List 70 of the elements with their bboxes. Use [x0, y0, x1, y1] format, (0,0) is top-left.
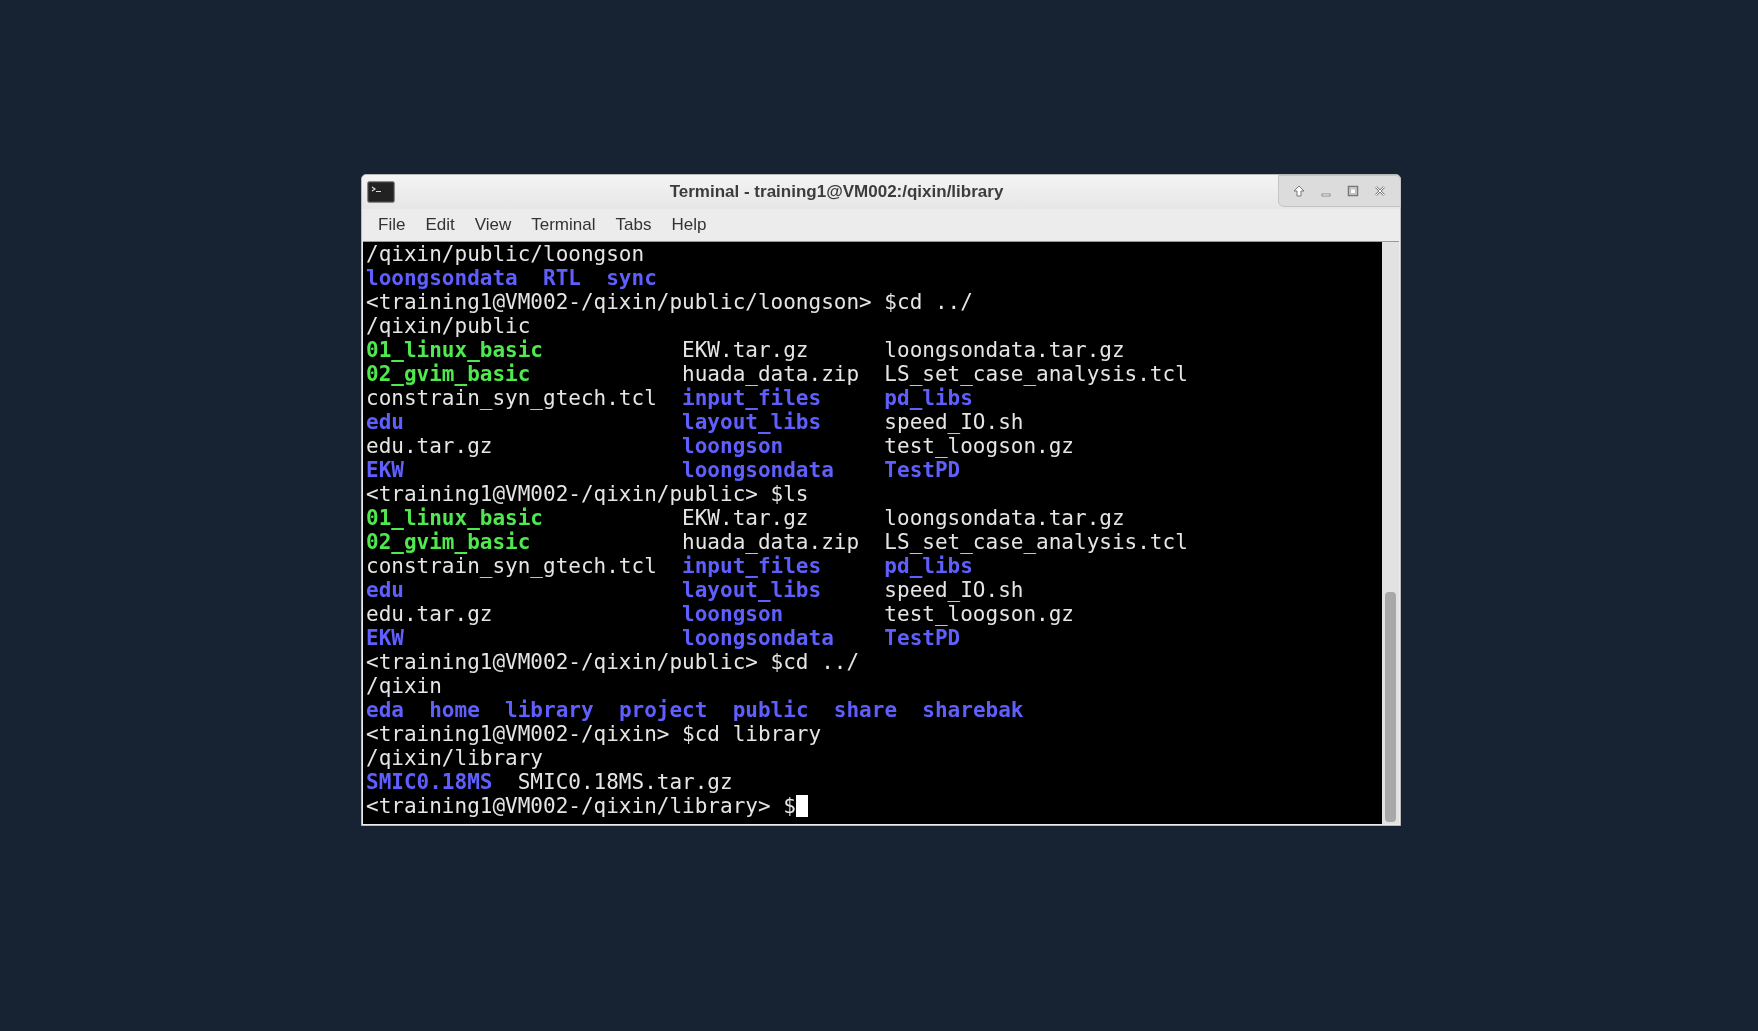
directory-name: home: [429, 698, 480, 722]
prompt-line: <training1@VM002-/qixin/public/loongson> $cd ../: [366, 290, 973, 314]
directory-name: SMIC0.18MS: [366, 770, 493, 794]
directory-name: TestPD: [884, 458, 961, 482]
prompt-line: <training1@VM002-/qixin/library> $: [366, 794, 796, 818]
output-line: /qixin/public/loongson: [366, 242, 645, 266]
directory-name: TestPD: [884, 626, 961, 650]
menu-item[interactable]: View: [464, 212, 522, 238]
output-line: /qixin/public: [366, 314, 531, 338]
file-name: EKW.tar.gz: [682, 506, 809, 530]
file-name: test_loogson.gz: [884, 434, 1074, 458]
directory-name: loongson: [682, 434, 784, 458]
close-icon[interactable]: [1373, 184, 1388, 198]
directory-name: loongson: [682, 602, 784, 626]
directory-name: public: [732, 698, 809, 722]
directory-name: project: [618, 698, 708, 722]
file-name: huada_data.zip: [682, 530, 860, 554]
file-name: edu.tar.gz: [366, 434, 493, 458]
file-name: 02_gvim_basic: [366, 362, 531, 386]
file-name: huada_data.zip: [682, 362, 860, 386]
menu-item[interactable]: File: [368, 212, 416, 238]
file-name: edu.tar.gz: [366, 602, 493, 626]
directory-name: sync: [606, 266, 657, 290]
prompt-line: <training1@VM002-/qixin/public> $cd ../: [366, 650, 860, 674]
directory-name: input_files: [682, 554, 822, 578]
file-name: test_loogson.gz: [884, 602, 1074, 626]
directory-name: share: [833, 698, 898, 722]
prompt-line: <training1@VM002-/qixin> $cd library: [366, 722, 822, 746]
maximize-icon[interactable]: [1346, 184, 1361, 198]
file-name: loongsondata.tar.gz: [884, 506, 1125, 530]
window-title: Terminal - training1@VM002:/qixin/library: [669, 181, 1004, 204]
file-name: speed_IO.sh: [884, 410, 1024, 434]
directory-name: loongsondata: [366, 266, 518, 290]
output-line: /qixin: [366, 674, 442, 698]
directory-name: EKW: [366, 626, 404, 650]
file-name: 01_linux_basic: [366, 506, 543, 530]
file-name: 02_gvim_basic: [366, 530, 531, 554]
file-name: 01_linux_basic: [366, 338, 543, 362]
directory-name: loongsondata: [682, 626, 834, 650]
file-name: SMIC0.18MS.tar.gz: [517, 770, 733, 794]
directory-name: library: [505, 698, 594, 722]
file-name: EKW.tar.gz: [682, 338, 809, 362]
menu-item[interactable]: Help: [661, 212, 717, 238]
directory-name: input_files: [682, 386, 822, 410]
menu-item[interactable]: Terminal: [521, 212, 606, 238]
directory-name: edu: [366, 410, 404, 434]
scrollbar[interactable]: [1382, 242, 1399, 824]
file-name: constrain_syn_gtech.tcl: [366, 554, 657, 578]
file-name: loongsondata.tar.gz: [884, 338, 1125, 362]
directory-name: pd_libs: [884, 386, 973, 410]
prompt-line: <training1@VM002-/qixin/public> $ls: [366, 482, 809, 506]
menu-item[interactable]: Tabs: [605, 212, 662, 238]
directory-name: pd_libs: [884, 554, 973, 578]
file-name: constrain_syn_gtech.tcl: [366, 386, 657, 410]
file-name: speed_IO.sh: [884, 578, 1024, 602]
file-name: LS_set_case_analysis.tcl: [884, 530, 1188, 554]
directory-name: loongsondata: [682, 458, 834, 482]
scrollbar-thumb[interactable]: [1385, 592, 1396, 822]
directory-name: RTL: [543, 266, 581, 290]
menu-item[interactable]: Edit: [415, 212, 465, 238]
directory-name: EKW: [366, 458, 404, 482]
directory-name: sharebak: [922, 698, 1024, 722]
output-line: /qixin/library: [366, 746, 543, 770]
terminal-icon: [367, 181, 395, 203]
directory-name: eda: [366, 698, 404, 722]
file-name: LS_set_case_analysis.tcl: [884, 362, 1188, 386]
directory-name: edu: [366, 578, 404, 602]
arrow-up-icon[interactable]: [1291, 184, 1306, 198]
directory-name: layout_libs: [682, 578, 822, 602]
directory-name: layout_libs: [682, 410, 822, 434]
